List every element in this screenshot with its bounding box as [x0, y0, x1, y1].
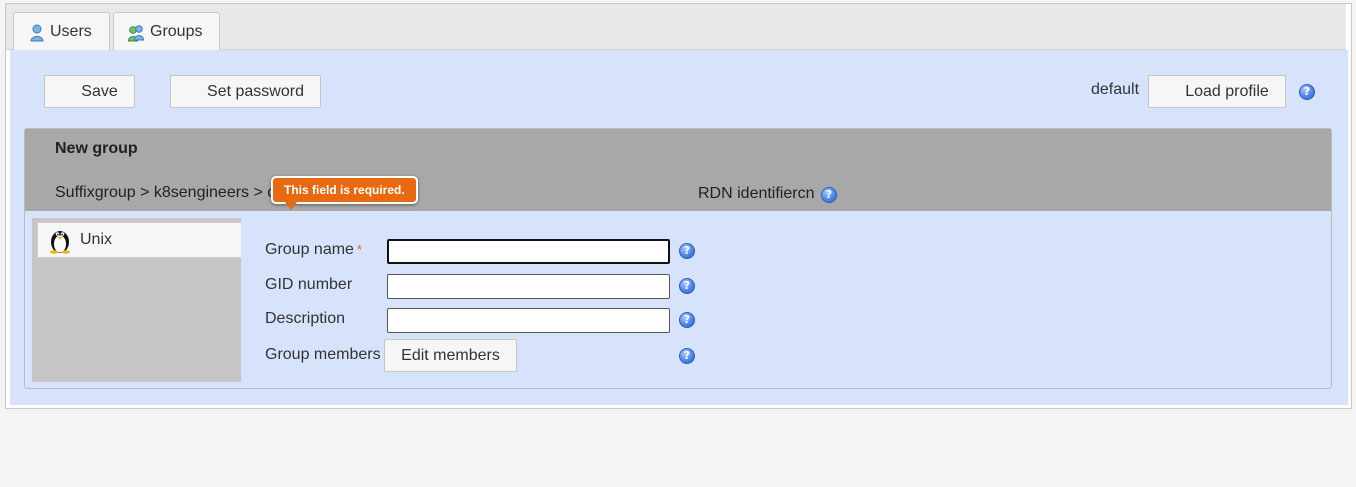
load-profile-button[interactable]: Load profile: [1148, 75, 1286, 108]
module-sidebar: Unix: [32, 218, 241, 382]
new-group-panel: New group Suffixgroup > k8sengineers > c…: [24, 128, 1332, 389]
tab-bar: Users Groups: [6, 4, 1346, 50]
description-input[interactable]: [387, 308, 670, 333]
required-field-tooltip: This field is required.: [271, 176, 418, 204]
tab-users-label: Users: [50, 23, 92, 40]
required-marker: *: [356, 242, 362, 257]
tab-groups-label: Groups: [150, 23, 203, 40]
gid-number-input[interactable]: [387, 274, 670, 299]
breadcrumb: Suffixgroup > k8sengineers > c: [55, 184, 276, 201]
tooltip-arrow: [285, 202, 297, 210]
edit-members-button[interactable]: Edit members: [384, 339, 517, 372]
tab-groups[interactable]: Groups: [113, 12, 220, 50]
help-icon[interactable]: ?: [679, 348, 695, 364]
group-name-label: Group name *: [265, 241, 362, 259]
sidebar-item-unix[interactable]: Unix: [37, 222, 241, 258]
group-members-label: Group members: [265, 346, 381, 363]
groups-icon: [128, 25, 144, 42]
content-area: Save Set password default Load profile ?…: [10, 50, 1348, 405]
sidebar-item-label: Unix: [80, 231, 113, 248]
help-icon[interactable]: ?: [821, 187, 837, 203]
user-icon: [30, 24, 44, 42]
tab-users[interactable]: Users: [13, 12, 110, 50]
help-icon[interactable]: ?: [679, 312, 695, 328]
group-name-input[interactable]: [387, 239, 670, 264]
help-icon[interactable]: ?: [1299, 84, 1315, 100]
penguin-icon: [50, 231, 70, 254]
gid-number-label: GID number: [265, 276, 353, 293]
profile-name: default: [1091, 81, 1140, 98]
panel-title: New group: [55, 140, 138, 157]
save-button[interactable]: Save: [44, 75, 135, 108]
panel-header: New group Suffixgroup > k8sengineers > c…: [25, 129, 1331, 211]
help-icon[interactable]: ?: [679, 278, 695, 294]
description-label: Description: [265, 310, 346, 327]
group-name-label-text: Group name: [265, 241, 354, 258]
set-password-button[interactable]: Set password: [170, 75, 321, 108]
help-icon[interactable]: ?: [679, 243, 695, 259]
rdn-identifier-label: RDN identifiercn: [698, 185, 815, 202]
